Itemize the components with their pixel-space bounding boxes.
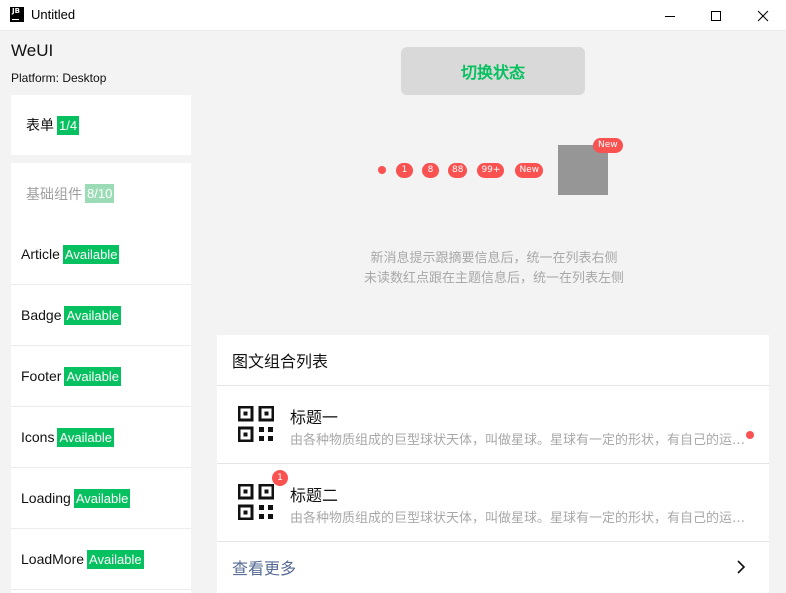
item-title: 标题二 (290, 486, 339, 505)
hint-text-2: 未读数红点跟在主题信息后，统一在列表左侧 (363, 271, 624, 286)
close-icon (757, 10, 769, 21)
sidebar-item-label: Article (21, 246, 60, 262)
sidebar-item-footer[interactable]: Footer Available (11, 346, 191, 407)
media-list-panel: 图文组合列表 标题一 由各种物质组成的巨型球状天体，叫做星球。星球有一定的形状，… (217, 335, 769, 593)
red-dot-badge (378, 166, 386, 174)
group-label: 基础组件 (26, 185, 82, 202)
view-more-label: 查看更多 (232, 559, 297, 578)
sidebar: WeUI Platform: Desktop 表单 1/4 基础组件 8/10 … (0, 31, 202, 593)
unread-count-badge: 1 (272, 470, 288, 486)
group-count-badge: 1/4 (57, 115, 80, 135)
close-button[interactable] (740, 0, 786, 31)
sidebar-item-label: Badge (21, 307, 62, 323)
app-logo-text: JB (12, 7, 20, 15)
sidebar-item-loadmore[interactable]: LoadMore Available (11, 529, 191, 590)
qr-code-icon (238, 406, 274, 442)
panel-title: 图文组合列表 (217, 335, 769, 386)
count-badge: 1 (396, 162, 413, 178)
status-badge: Available (57, 427, 114, 447)
chevron-right-icon (737, 560, 746, 574)
window-title: Untitled (31, 7, 76, 22)
list-item[interactable]: 标题一 由各种物质组成的巨型球状天体，叫做星球。星球有一定的形状，有自己的运行轨… (217, 386, 769, 464)
count-badge: 8 (422, 162, 439, 178)
item-description: 由各种物质组成的巨型球状天体，叫做星球。星球有一定的形状，有自己的运行轨道。 (290, 511, 752, 526)
sidebar-item-article[interactable]: Article Available (11, 224, 191, 285)
status-badge: Available (64, 305, 122, 325)
sidebar-item-label: Footer (21, 368, 62, 384)
group-count-badge: 8/10 (85, 184, 115, 203)
sidebar-item-icons[interactable]: Icons Available (11, 407, 191, 468)
status-badge: Available (87, 549, 144, 569)
maximize-icon (711, 10, 721, 21)
count-badge: 99+ (477, 162, 505, 178)
platform-label: Platform: Desktop (11, 71, 107, 85)
sidebar-item-label: LoadMore (21, 551, 85, 567)
sidebar-item-label: Loading (21, 490, 71, 506)
new-badge: New (515, 162, 544, 178)
maximize-button[interactable] (693, 0, 739, 31)
view-more-link[interactable]: 查看更多 (217, 542, 769, 592)
sidebar-item-label: Icons (21, 429, 55, 445)
sidebar-group-basic: 基础组件 8/10 Article Available Badge Availa… (11, 163, 191, 593)
sidebar-group-form[interactable]: 表单 1/4 (11, 95, 191, 155)
group-label: 表单 (26, 117, 54, 133)
sidebar-group-header[interactable]: 基础组件 8/10 (11, 163, 191, 224)
red-dot-badge (746, 431, 754, 439)
toggle-state-button[interactable]: 切换状态 (401, 47, 585, 95)
badge-demo-row: 1 8 88 99+ New (378, 162, 544, 178)
main-content: 切换状态 1 8 88 99+ New New 新消息提示跟摘要信息后，统一在列… (202, 31, 786, 593)
hint-text-1: 新消息提示跟摘要信息后，统一在列表右侧 (370, 251, 618, 266)
status-badge: Available (64, 366, 121, 386)
sidebar-item-loading[interactable]: Loading Available (11, 468, 191, 529)
status-badge: Available (73, 488, 131, 508)
window-titlebar: JB Untitled (0, 0, 786, 31)
list-item[interactable]: 1 标题二 由各种物质组成的巨型球状天体，叫做星球。星球有一定的形状，有自己的运… (217, 464, 769, 542)
status-badge: Available (62, 244, 120, 264)
minimize-button[interactable] (647, 0, 693, 31)
item-description: 由各种物质组成的巨型球状天体，叫做星球。星球有一定的形状，有自己的运行轨道。 (290, 433, 752, 448)
brand-title: WeUI (11, 41, 54, 60)
qr-code-icon (238, 484, 274, 520)
square-new-badge: New (593, 138, 623, 153)
item-title: 标题一 (290, 408, 339, 427)
sidebar-item-badge[interactable]: Badge Available (11, 285, 191, 346)
app-logo-icon: JB (10, 7, 24, 22)
minimize-icon (665, 15, 675, 17)
count-badge: 88 (448, 162, 468, 178)
